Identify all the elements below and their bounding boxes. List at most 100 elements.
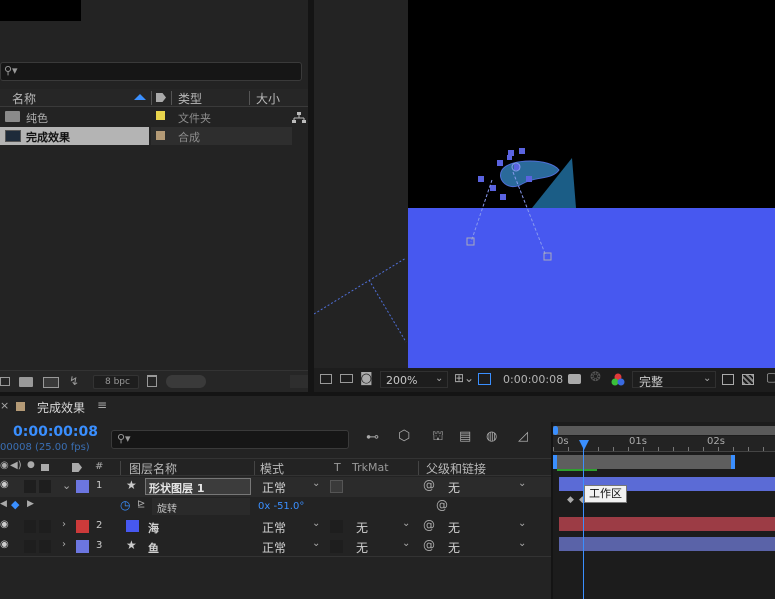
layer-row-fish[interactable]: ◉ › 3 ★ 鱼 正常 ⌄ 无 ⌄ @ 无 ⌄ [0, 537, 551, 557]
navigator-start-handle[interactable] [553, 426, 558, 435]
type-column-header[interactable]: 类型 [178, 90, 202, 107]
sort-ascending-icon[interactable] [134, 94, 146, 100]
keyframe-diamond-icon[interactable]: ◆ [11, 498, 19, 511]
chevron-down-icon[interactable]: ⌄ [62, 479, 71, 492]
frame-blending-icon[interactable]: ▤ [459, 429, 471, 444]
graph-editor-icon[interactable]: ◿ [518, 429, 528, 444]
pickwhip-icon[interactable]: @ [423, 538, 435, 552]
parent-select[interactable]: 无 ⌄ [444, 538, 530, 555]
camera-icon[interactable] [568, 374, 581, 384]
composition-canvas[interactable] [314, 0, 775, 368]
color-channels-icon[interactable] [611, 373, 625, 386]
track-matte-select[interactable]: 无 ⌄ [352, 538, 414, 555]
layer-color-label[interactable] [76, 480, 89, 493]
hierarchy-icon[interactable] [292, 112, 306, 124]
pickwhip-icon[interactable]: @ [423, 478, 435, 492]
timeline-search-input[interactable]: ⚲▾ [111, 430, 349, 449]
keyframe-marker-icon[interactable]: ◆ [567, 495, 574, 505]
layer-name[interactable]: 鱼 [148, 540, 159, 556]
comp-flowchart-icon[interactable]: ⊷ [366, 430, 379, 445]
blend-mode-select[interactable]: 正常 ⌄ [258, 478, 324, 495]
draft-3d-icon[interactable]: ⬡ [398, 428, 410, 444]
region-of-interest-icon[interactable] [722, 374, 734, 385]
layer-color-label[interactable] [76, 540, 89, 553]
shape-layer-star-icon: ★ [126, 538, 137, 552]
grid-options-icon[interactable]: ⊞⌄ [454, 371, 474, 385]
mask-visibility-icon[interactable] [478, 373, 491, 385]
timeline-timecode[interactable]: 0:00:00:08 [13, 424, 98, 440]
expression-pickwhip-icon[interactable]: @ [436, 498, 448, 512]
chevron-down-icon: ⌄ [312, 518, 321, 529]
chevron-right-icon[interactable]: › [62, 539, 66, 550]
resolution-select[interactable]: 完整 ⌄ [632, 371, 716, 389]
monitor-icon[interactable] [340, 374, 353, 383]
preserve-transparency-toggle[interactable] [330, 540, 343, 553]
time-navigator[interactable] [553, 426, 775, 435]
visibility-toggle-icon[interactable]: ◉ [0, 519, 9, 530]
always-preview-icon[interactable] [320, 374, 332, 384]
visibility-toggle-icon[interactable]: ◉ [0, 539, 9, 550]
new-folder-icon[interactable] [19, 377, 33, 387]
preserve-transparency-toggle[interactable] [330, 520, 343, 533]
visibility-toggle-icon[interactable]: ◉ [0, 479, 9, 490]
zoom-select[interactable]: 200% ⌄ [380, 371, 448, 388]
layer-name[interactable]: 海 [148, 520, 159, 536]
label-tag-icon[interactable] [156, 93, 166, 102]
project-item-composition[interactable]: 完成效果 合成 [0, 127, 292, 145]
layer-track-fish[interactable] [559, 537, 775, 551]
layer-row-sea[interactable]: ◉ › 2 海 正常 ⌄ 无 ⌄ @ 无 ⌄ [0, 517, 551, 537]
trash-icon[interactable] [147, 375, 157, 387]
close-icon[interactable]: × [0, 399, 9, 412]
parent-select[interactable]: 无 ⌄ [444, 478, 530, 495]
work-area-end-handle[interactable] [731, 455, 735, 469]
current-time-indicator-head[interactable] [579, 440, 589, 450]
work-area-start-handle[interactable] [553, 455, 557, 469]
size-column-header[interactable]: 大小 [256, 90, 280, 107]
graph-icon[interactable]: ⊵ [137, 499, 145, 510]
new-composition-icon[interactable] [43, 377, 59, 388]
audio-toggle[interactable] [24, 540, 36, 553]
parent-select[interactable]: 无 ⌄ [444, 518, 530, 535]
project-search-input[interactable]: ⚲▾ [0, 62, 302, 81]
vr-icon[interactable]: ◙ [360, 371, 373, 386]
panel-menu-icon[interactable]: ≡ [97, 398, 107, 412]
show-snapshot-icon[interactable]: ❂ [590, 370, 601, 385]
more-options-icon[interactable]: ▢ [766, 370, 775, 384]
project-item-folder[interactable]: 纯色 文件夹 [0, 108, 306, 126]
lock-toggle[interactable] [39, 480, 51, 493]
interpret-footage-icon[interactable] [0, 377, 10, 386]
lock-toggle[interactable] [39, 540, 51, 553]
rotation-value[interactable]: 0x -51.0° [258, 501, 304, 512]
shy-layers-icon[interactable]: ⛫ [432, 429, 444, 446]
work-area-bar[interactable] [553, 455, 735, 469]
track-matte-select[interactable]: 无 ⌄ [352, 518, 414, 535]
lock-toggle[interactable] [39, 520, 51, 533]
project-footer-scrollbar[interactable] [166, 375, 206, 388]
stopwatch-icon[interactable]: ◷ [120, 498, 130, 512]
audio-toggle[interactable] [24, 520, 36, 533]
preserve-transparency-toggle[interactable] [330, 480, 343, 493]
timeline-tab[interactable]: × 完成效果 ≡ [0, 396, 120, 418]
motion-blur-icon[interactable]: ◍ [486, 429, 497, 444]
layer-track-sea[interactable] [559, 517, 775, 531]
blend-mode-select[interactable]: 正常 ⌄ [258, 518, 324, 535]
time-graph[interactable]: 0s 01s 02s ◆ ◆ 工作区 [553, 422, 775, 599]
keyframe-navigator-prev-icon[interactable]: ◀ [0, 499, 7, 509]
layer-name-field[interactable]: 形状图层 1 [145, 478, 251, 495]
transparency-grid-icon[interactable] [742, 374, 754, 385]
layer-row-shape[interactable]: ◉ ⌄ 1 ★ 形状图层 1 正常 ⌄ @ 无 ⌄ [0, 477, 551, 497]
blend-mode-select[interactable]: 正常 ⌄ [258, 538, 324, 555]
viewer-timecode-field[interactable]: 0:00:00:08 [498, 371, 568, 388]
keyframe-navigator-next-icon[interactable]: ▶ [27, 499, 34, 509]
column-divider [171, 91, 172, 105]
layer-color-label[interactable] [76, 520, 89, 533]
rotation-property-row[interactable]: ◀ ◆ ▶ ◷ ⊵ 旋转 0x -51.0° @ [0, 497, 551, 517]
project-settings-icon[interactable]: ↯ [69, 374, 79, 388]
chevron-right-icon[interactable]: › [62, 519, 66, 530]
composition-viewer[interactable] [314, 0, 775, 368]
bit-depth-button[interactable]: 8 bpc [93, 375, 139, 389]
layer-name-column-header[interactable]: 图层名称 [129, 460, 177, 477]
audio-toggle[interactable] [24, 480, 36, 493]
name-column-header[interactable]: 名称 [12, 90, 36, 107]
pickwhip-icon[interactable]: @ [423, 518, 435, 532]
